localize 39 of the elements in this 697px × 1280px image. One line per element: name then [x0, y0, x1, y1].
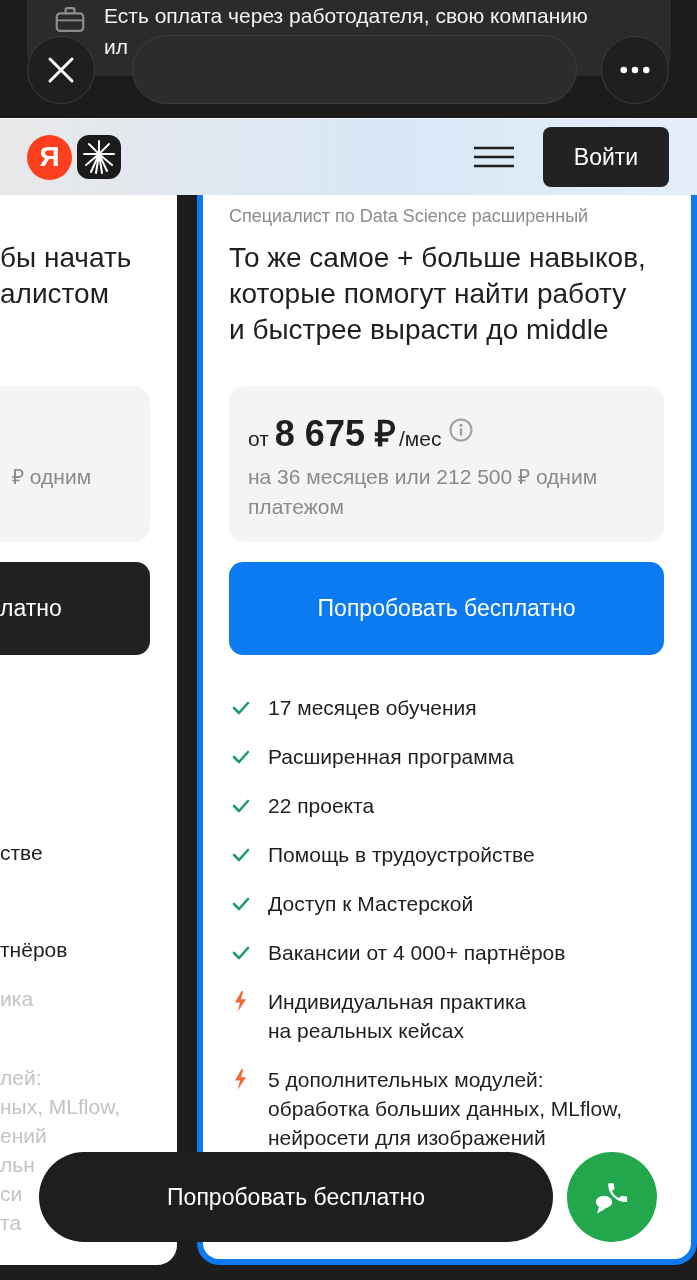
more-icon: [620, 66, 650, 74]
logo-badge[interactable]: Я: [27, 134, 72, 180]
feature-text: Помощь в трудоустройстве: [268, 842, 535, 868]
price-note: на 36 месяцев или 212 500 ₽ одним платежом: [248, 464, 599, 520]
plan-title: бы начать алистом: [0, 241, 133, 311]
check-icon: [232, 700, 250, 715]
close-icon: [47, 56, 75, 84]
feature-text: 22 проекта: [268, 793, 375, 819]
price-prefix: от: [248, 427, 269, 451]
price-unit: /мес: [398, 427, 442, 451]
feature-text: Вакансии от 4 000+ партнёров: [268, 940, 566, 966]
price-value: 8 675 ₽: [274, 412, 396, 456]
try-free-button[interactable]: латно: [0, 562, 150, 655]
notification-text: Есть оплата через работодателя, свою компанию ил: [104, 3, 588, 60]
check-icon: [232, 798, 250, 813]
feature-text: Расширенная программа: [268, 744, 514, 770]
try-free-button[interactable]: Попробовать бесплатно: [39, 1152, 553, 1242]
check-icon: [232, 749, 250, 764]
try-free-button[interactable]: Попробовать бесплатно: [229, 562, 664, 655]
check-icon: [232, 945, 250, 960]
feature-text: Индивидуальная практика на реальных кейсах: [268, 989, 527, 1044]
check-icon: [232, 847, 250, 862]
feature-text: 5 дополнительных модулей: обработка больших данных, MLflow, нейросети для изображений: [268, 1067, 623, 1151]
feature-text: 17 месяцев обучения: [268, 695, 477, 721]
menu-icon[interactable]: [474, 146, 514, 168]
briefcase-icon: [55, 6, 85, 33]
feature-text: ика: [0, 986, 34, 1012]
phone-chat-icon: [594, 1180, 630, 1214]
plan-title: То же самое + больше навыков, которые помогут найти работу и быстрее вырасти до middle: [229, 241, 647, 347]
lightning-icon: [234, 991, 247, 1012]
check-icon: [232, 896, 250, 911]
feature-text: тнёров: [0, 937, 68, 963]
price-note: ₽ одним: [12, 465, 92, 488]
asterisk-logo-icon[interactable]: [77, 135, 121, 179]
feature-text: Доступ к Мастерской: [268, 891, 474, 917]
login-button[interactable]: Войти: [543, 127, 669, 187]
feature-text: стве: [0, 840, 43, 866]
lightning-icon: [234, 1069, 247, 1090]
plan-name: Специалист по Data Science расширенный: [229, 205, 590, 227]
